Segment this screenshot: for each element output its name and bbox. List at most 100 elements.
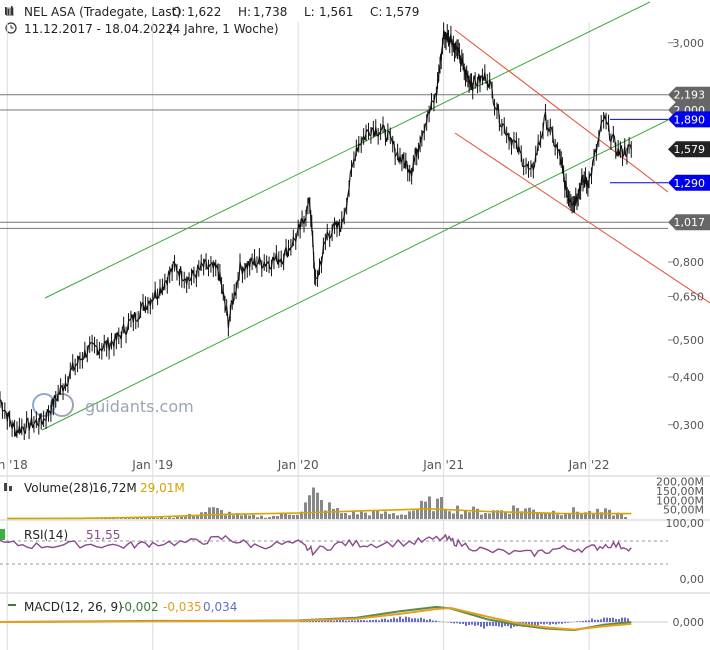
volume-bar <box>404 514 407 519</box>
volume-bar <box>256 517 259 519</box>
macd-histogram-bar <box>354 620 356 622</box>
macd-histogram-bar <box>351 620 353 622</box>
macd-histogram-bar <box>423 618 425 622</box>
macd-histogram-bar <box>567 622 569 623</box>
macd-histogram-bar <box>342 619 344 622</box>
macd-histogram-bar <box>456 622 458 624</box>
macd-histogram-bar <box>624 617 626 622</box>
volume-bar <box>284 513 287 519</box>
volume-bar <box>560 515 563 519</box>
volume-bar <box>612 515 615 519</box>
macd-histogram-bar <box>363 620 365 622</box>
volume-bar <box>412 510 415 519</box>
volume-bar <box>580 514 583 519</box>
volume-bar <box>620 513 623 519</box>
price-label-text: 2,193 <box>674 89 706 102</box>
volume-bar <box>168 517 171 519</box>
volume-bar <box>180 516 183 519</box>
macd-histogram-bar <box>405 616 407 622</box>
volume-bar <box>448 511 451 519</box>
volume-bar <box>344 513 347 519</box>
trend-channels <box>41 1 710 431</box>
volume-bar <box>460 514 463 519</box>
volume-bar <box>340 513 343 519</box>
volume-bar <box>320 499 323 519</box>
volume-bar <box>232 515 235 519</box>
volume-bar <box>268 516 271 519</box>
macd-histogram-bar <box>471 622 473 625</box>
volume-bar <box>216 507 219 519</box>
volume-panel: Volume(28)16,72M 29,01M 200,00M150,00M100,… <box>4 476 704 520</box>
volume-bar <box>288 514 291 519</box>
volume-bar <box>120 518 123 519</box>
volume-bar <box>552 510 555 519</box>
volume-bar <box>480 514 483 519</box>
macd-histogram-bar <box>402 618 404 622</box>
volume-tick-label: 50,00M <box>663 504 704 517</box>
macd-histogram-bar <box>399 616 401 622</box>
macd-histogram-bar <box>579 621 581 622</box>
volume-bar <box>148 518 151 519</box>
volume-bar <box>244 514 247 519</box>
macd-histogram-bar <box>552 622 554 624</box>
volume-bar <box>264 517 267 519</box>
macd-histogram-bar <box>495 622 497 627</box>
volume-bar <box>360 511 363 519</box>
price-labels: 2,1932,0001,8901,5791,2901,017 <box>668 86 710 231</box>
macd-histogram-bar <box>429 618 431 622</box>
volume-bar <box>248 515 251 519</box>
volume-bar <box>428 496 431 519</box>
macd-marker <box>8 604 16 606</box>
volume-bar <box>444 509 447 519</box>
ohlc-value: 1,738 <box>253 5 287 19</box>
volume-bar <box>260 515 263 519</box>
volume-bar <box>224 515 227 519</box>
volume-bar <box>312 487 315 519</box>
volume-bar <box>352 511 355 519</box>
price-series <box>0 22 632 441</box>
macd-histogram-bar <box>612 617 614 622</box>
macd-histogram-bar <box>375 619 377 622</box>
volume-bar <box>468 512 471 519</box>
volume-bar <box>336 508 339 519</box>
y-tick-label: 0,400 <box>673 371 705 384</box>
macd-histogram-bar <box>459 622 461 624</box>
macd-histogram-bar <box>417 618 419 622</box>
macd-histogram-bar <box>348 620 350 622</box>
volume-bar <box>376 510 379 519</box>
volume-bar <box>484 513 487 519</box>
macd-histogram-bar <box>432 620 434 622</box>
volume-bar <box>356 514 359 519</box>
macd-histogram-bar <box>360 620 362 622</box>
volume-bar <box>192 516 195 519</box>
price-label-box: 1,290 <box>668 174 710 191</box>
macd-histogram-bar <box>591 618 593 622</box>
macd-histogram-bar <box>453 622 455 624</box>
y-tick-label: 0,800 <box>673 256 705 269</box>
downtrend-lower-line <box>454 132 710 304</box>
volume-bar <box>464 510 467 519</box>
ohlc-value: 1,622 <box>187 5 221 19</box>
watermark: guidants.com <box>85 397 194 416</box>
macd-histogram-bar <box>555 622 557 625</box>
time-axis: Jan '18 Jan '19 Jan '20 Jan '21 Jan '22 <box>0 458 610 472</box>
date-range: 11.12.2017 - 18.04.2022 <box>24 22 173 36</box>
volume-bar <box>240 515 243 519</box>
macd-value: -0,002 <box>120 600 159 614</box>
volume-icon <box>4 483 7 491</box>
macd-histogram-bar <box>372 619 374 622</box>
macd-histogram-bar <box>606 617 608 622</box>
y-tick-label: 0,300 <box>673 419 705 432</box>
volume-bar <box>208 507 211 519</box>
macd-histogram-bar <box>387 619 389 622</box>
rsi-title: RSI(14) <box>24 528 68 542</box>
ohlc-readout: O: 1,622 H: 1,738 L: 1,561 C: 1,579 <box>172 5 419 19</box>
macd-histogram-bar <box>420 617 422 622</box>
macd-histogram-bar <box>543 622 545 625</box>
volume-bar <box>392 513 395 519</box>
price-label-text: 1,290 <box>674 177 706 190</box>
volume-bar <box>172 517 175 519</box>
macd-histogram-bar <box>576 621 578 622</box>
volume-bar <box>420 500 423 519</box>
macd-histogram-bar <box>357 619 359 622</box>
